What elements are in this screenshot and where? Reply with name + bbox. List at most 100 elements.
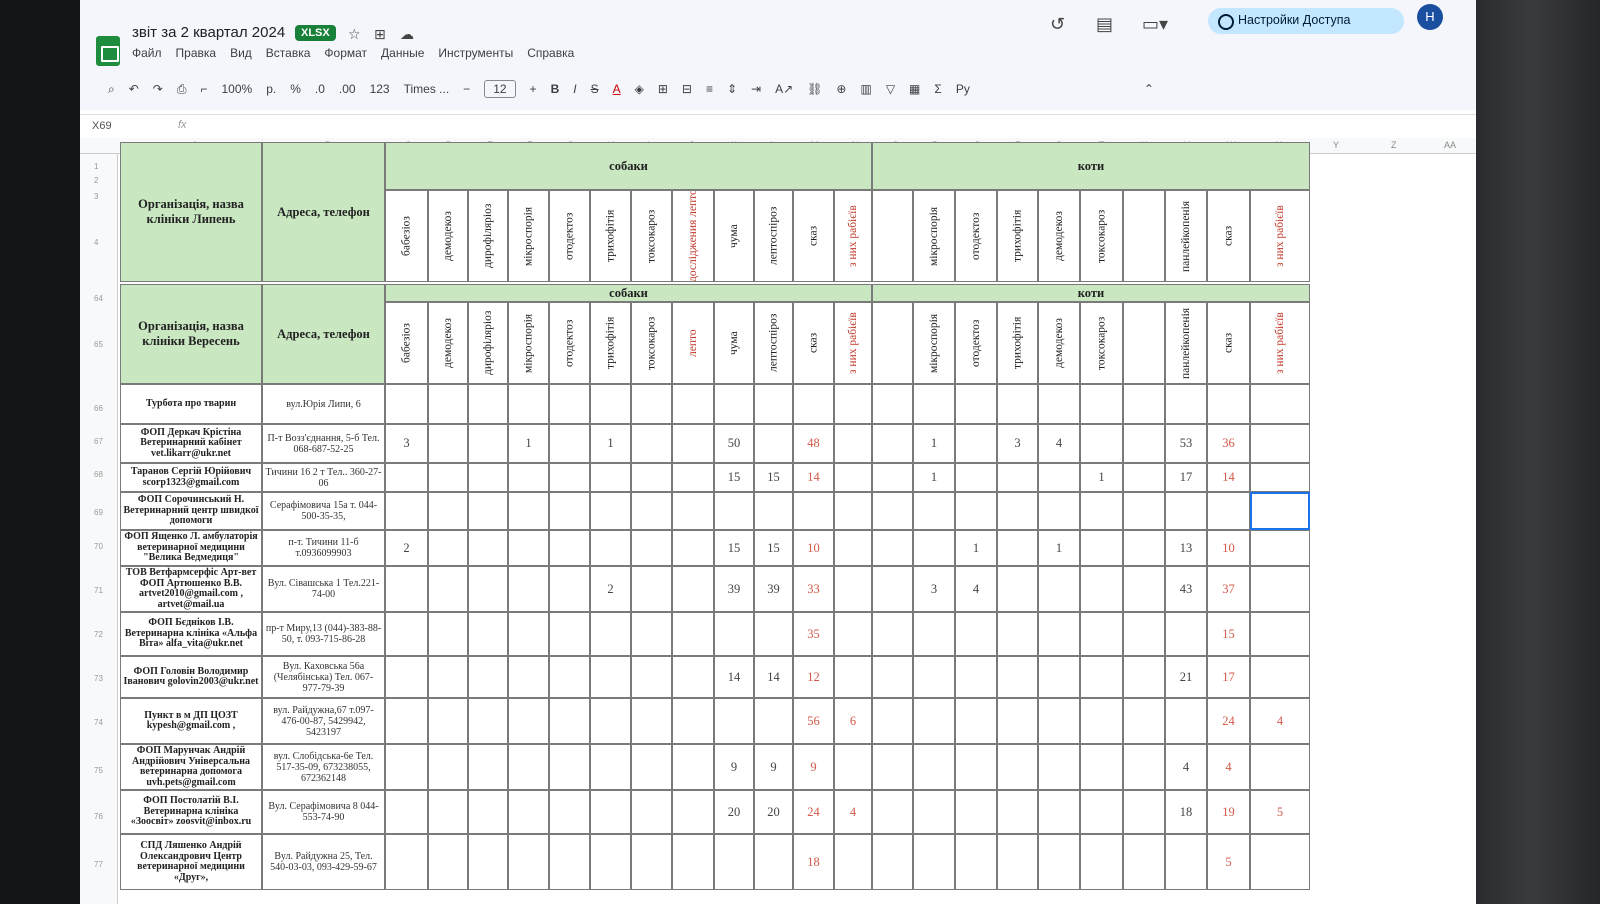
cat-value-cell[interactable] (1080, 612, 1123, 656)
cat-disease-header[interactable]: з них рабієїв (1250, 190, 1310, 282)
cat-value-cell[interactable] (913, 612, 955, 656)
dog-value-cell[interactable] (672, 530, 714, 566)
dog-value-cell[interactable] (428, 612, 468, 656)
dog-value-cell[interactable] (508, 834, 549, 890)
cat-disease-header[interactable] (872, 190, 913, 282)
org-name-cell[interactable]: Турбота про тварин (120, 384, 262, 424)
cat-value-cell[interactable] (1080, 530, 1123, 566)
dog-value-cell[interactable]: 12 (793, 656, 834, 698)
cat-value-cell[interactable]: 1 (955, 530, 997, 566)
dog-disease-header[interactable]: токсокароз (631, 190, 672, 282)
dog-disease-header[interactable]: демодекоз (428, 302, 468, 384)
cat-value-cell[interactable] (1123, 384, 1165, 424)
dog-value-cell[interactable] (508, 384, 549, 424)
address-header[interactable]: Адреса, телефон (262, 142, 385, 282)
cat-value-cell[interactable] (1207, 384, 1250, 424)
dog-value-cell[interactable]: 20 (714, 790, 754, 834)
org-header[interactable]: Організація, назва клініки Вересень (120, 284, 262, 384)
cat-value-cell[interactable] (1123, 612, 1165, 656)
dog-value-cell[interactable] (754, 492, 793, 530)
cat-value-cell[interactable]: 19 (1207, 790, 1250, 834)
dog-value-cell[interactable]: 10 (793, 530, 834, 566)
dog-value-cell[interactable]: 24 (793, 790, 834, 834)
cat-value-cell[interactable] (997, 463, 1038, 492)
dog-value-cell[interactable]: 39 (714, 566, 754, 612)
dog-value-cell[interactable] (428, 492, 468, 530)
cat-value-cell[interactable]: 5 (1207, 834, 1250, 890)
cat-value-cell[interactable] (1250, 463, 1310, 492)
dog-value-cell[interactable] (714, 698, 754, 744)
dog-value-cell[interactable] (672, 492, 714, 530)
cat-value-cell[interactable]: 3 (913, 566, 955, 612)
dog-value-cell[interactable] (508, 530, 549, 566)
dog-value-cell[interactable] (385, 744, 428, 790)
cat-disease-header[interactable]: панлейкопенія (1165, 190, 1207, 282)
cat-value-cell[interactable] (1165, 612, 1207, 656)
cat-value-cell[interactable] (1165, 834, 1207, 890)
dog-disease-header[interactable]: чума (714, 190, 754, 282)
cat-value-cell[interactable] (872, 612, 913, 656)
cat-value-cell[interactable] (1080, 790, 1123, 834)
dog-disease-header[interactable]: лептоспіроз (754, 302, 793, 384)
dog-value-cell[interactable] (631, 530, 672, 566)
dog-value-cell[interactable] (468, 492, 508, 530)
org-name-cell[interactable]: ФОП Деркач Крістіна Ветеринарний кабінет… (120, 424, 262, 463)
dog-value-cell[interactable] (549, 384, 590, 424)
cat-value-cell[interactable] (955, 612, 997, 656)
dog-value-cell[interactable] (385, 656, 428, 698)
dog-value-cell[interactable] (549, 698, 590, 744)
dog-value-cell[interactable] (754, 698, 793, 744)
address-cell[interactable]: Вул. Серафімовича 8 044-553-74-90 (262, 790, 385, 834)
dog-value-cell[interactable] (714, 384, 754, 424)
dog-value-cell[interactable] (508, 790, 549, 834)
dog-value-cell[interactable] (834, 834, 872, 890)
org-name-cell[interactable]: Пункт в м ДП ЦОЗТ kypesh@gmail.com , (120, 698, 262, 744)
dog-value-cell[interactable] (549, 424, 590, 463)
dog-value-cell[interactable] (672, 463, 714, 492)
cat-disease-header[interactable]: панлейкопенія (1165, 302, 1207, 384)
address-cell[interactable]: п-т. Тичини 11-б т.0936099903 (262, 530, 385, 566)
dog-value-cell[interactable] (549, 656, 590, 698)
dog-value-cell[interactable]: 9 (714, 744, 754, 790)
dog-value-cell[interactable] (834, 656, 872, 698)
cat-value-cell[interactable] (1038, 384, 1080, 424)
dog-value-cell[interactable] (385, 790, 428, 834)
dog-disease-header[interactable]: бабезіоз (385, 302, 428, 384)
dog-value-cell[interactable] (549, 530, 590, 566)
cat-value-cell[interactable] (872, 384, 913, 424)
cat-value-cell[interactable] (1080, 566, 1123, 612)
dog-value-cell[interactable] (631, 790, 672, 834)
dog-value-cell[interactable]: 2 (385, 530, 428, 566)
dog-value-cell[interactable] (468, 790, 508, 834)
cat-value-cell[interactable] (955, 463, 997, 492)
cat-value-cell[interactable]: 1 (1038, 530, 1080, 566)
dog-value-cell[interactable] (834, 463, 872, 492)
cat-value-cell[interactable] (1250, 530, 1310, 566)
dog-value-cell[interactable] (631, 656, 672, 698)
org-name-cell[interactable]: ФОП Ященко Л. амбулаторія ветеринарної м… (120, 530, 262, 566)
cat-value-cell[interactable] (955, 744, 997, 790)
cat-value-cell[interactable] (872, 492, 913, 530)
cat-value-cell[interactable] (1038, 612, 1080, 656)
cat-value-cell[interactable] (872, 744, 913, 790)
dogs-group-header[interactable]: собаки (385, 142, 872, 190)
dogs-group-header[interactable]: собаки (385, 284, 872, 302)
dog-value-cell[interactable]: 14 (714, 656, 754, 698)
dog-value-cell[interactable] (672, 566, 714, 612)
dog-value-cell[interactable] (672, 384, 714, 424)
dog-value-cell[interactable] (754, 834, 793, 890)
dog-value-cell[interactable] (428, 384, 468, 424)
dog-value-cell[interactable] (385, 698, 428, 744)
dog-value-cell[interactable]: 2 (590, 566, 631, 612)
cat-value-cell[interactable] (1123, 566, 1165, 612)
dog-value-cell[interactable] (468, 463, 508, 492)
cat-value-cell[interactable] (913, 834, 955, 890)
dog-value-cell[interactable]: 14 (754, 656, 793, 698)
cat-value-cell[interactable] (1165, 492, 1207, 530)
cat-value-cell[interactable]: 43 (1165, 566, 1207, 612)
cat-value-cell[interactable]: 1 (913, 424, 955, 463)
dog-value-cell[interactable]: 3 (385, 424, 428, 463)
address-cell[interactable]: пр-т Миру,13 (044)-383-88-50, т. 093-715… (262, 612, 385, 656)
cat-disease-header[interactable]: сказ (1207, 190, 1250, 282)
dog-value-cell[interactable] (468, 424, 508, 463)
